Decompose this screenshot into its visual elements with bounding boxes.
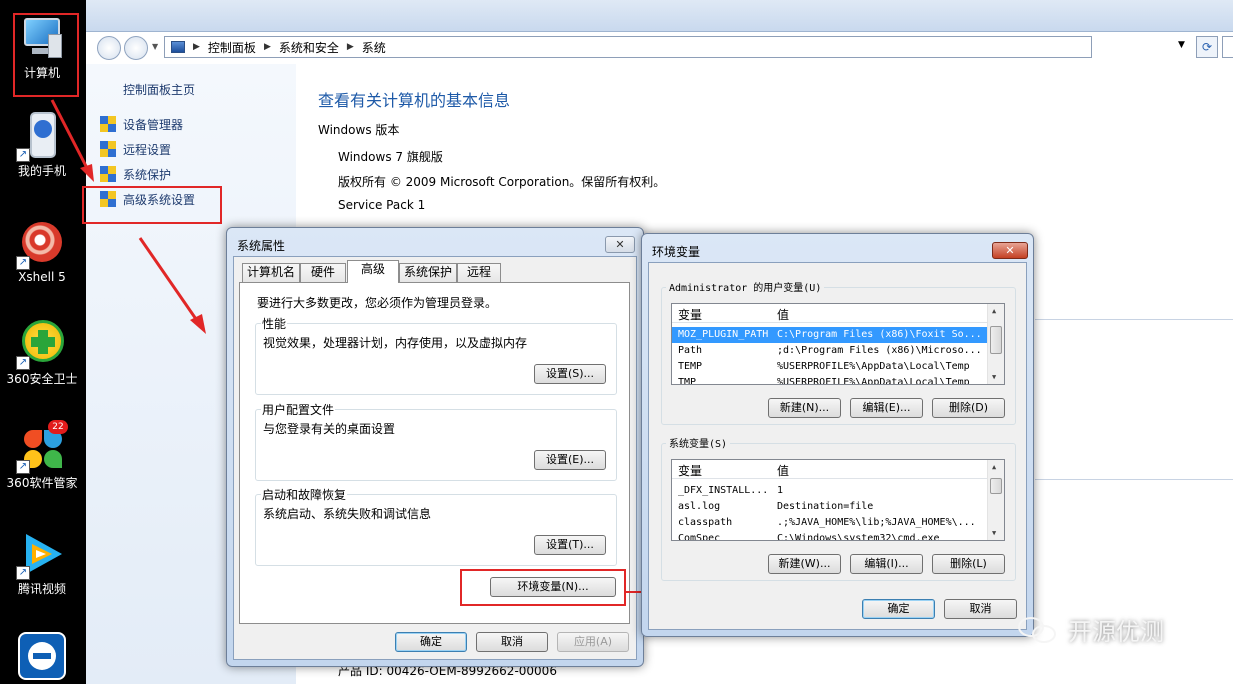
user-profile-settings-button[interactable]: 设置(E)... <box>534 450 606 470</box>
column-header-value[interactable]: 值 <box>777 306 789 323</box>
list-item[interactable]: _DFX_INSTALL... 1 <box>672 483 1004 499</box>
system-variables-list[interactable]: 变量 值 _DFX_INSTALL... 1 asl.log Destination… <box>671 459 1005 541</box>
scroll-down-icon[interactable]: ▼ <box>992 529 996 537</box>
user-variables-list[interactable]: 变量 值 MOZ_PLUGIN_PATH C:\Program Files (x8… <box>671 303 1005 385</box>
user-edit-button[interactable]: 编辑(E)... <box>850 398 923 418</box>
system-edit-button[interactable]: 编辑(I)... <box>850 554 923 574</box>
scroll-up-icon[interactable]: ▲ <box>992 307 996 315</box>
group-description: 视觉效果，处理器计划，内存使用，以及虚拟内存 <box>263 336 528 350</box>
tab-hardware[interactable]: 硬件 <box>300 263 346 282</box>
tab-advanced[interactable]: 高级 <box>347 260 399 283</box>
cancel-button[interactable]: 取消 <box>476 632 548 652</box>
list-item[interactable]: MOZ_PLUGIN_PATH C:\Program Files (x86)\Fo… <box>672 327 1004 343</box>
ok-button[interactable]: 确定 <box>395 632 467 652</box>
admin-note: 要进行大多数更改，您必须作为管理员登录。 <box>257 296 498 310</box>
close-button[interactable]: ✕ <box>992 242 1028 259</box>
group-label: Administrator 的用户变量(U) <box>666 279 825 294</box>
list-item[interactable]: ComSpec C:\Windows\system32\cmd.exe <box>672 531 1004 540</box>
group-description: 系统启动、系统失败和调试信息 <box>263 507 432 521</box>
watermark: 开源优测 <box>1018 612 1164 647</box>
group-label: 用户配置文件 <box>261 401 336 418</box>
column-header-variable[interactable]: 变量 <box>678 306 702 323</box>
user-new-button[interactable]: 新建(N)... <box>768 398 841 418</box>
list-item[interactable]: TMP %USERPROFILE%\AppData\Local\Temp <box>672 375 1004 384</box>
list-item[interactable]: asl.log Destination=file <box>672 499 1004 515</box>
list-header: 变量 值 <box>672 460 1004 479</box>
dialog-title: 环境变量 <box>652 245 701 259</box>
scrollbar-thumb[interactable] <box>990 326 1002 354</box>
column-header-variable[interactable]: 变量 <box>678 462 702 479</box>
list-item[interactable]: Path ;d:\Program Files (x86)\Microso... <box>672 343 1004 359</box>
tab-system-protection[interactable]: 系统保护 <box>399 263 457 282</box>
tab-remote[interactable]: 远程 <box>457 263 501 282</box>
close-button[interactable]: ✕ <box>605 236 635 253</box>
group-label: 系统变量(S) <box>666 435 731 450</box>
column-header-value[interactable]: 值 <box>777 462 789 479</box>
watermark-text: 开源优测 <box>1068 618 1164 646</box>
list-item[interactable]: classpath .;%JAVA_HOME%\lib;%JAVA_HOME%\.… <box>672 515 1004 531</box>
vertical-scrollbar[interactable]: ▲ ▼ <box>987 460 1004 540</box>
scrollbar-thumb[interactable] <box>990 478 1002 494</box>
system-delete-button[interactable]: 删除(L) <box>932 554 1005 574</box>
env-ok-button[interactable]: 确定 <box>862 599 935 619</box>
wechat-icon <box>1018 615 1058 645</box>
group-label: 启动和故障恢复 <box>261 486 348 503</box>
list-header: 变量 值 <box>672 304 1004 323</box>
startup-recovery-settings-button[interactable]: 设置(T)... <box>534 535 606 555</box>
highlight-env-button <box>460 569 626 606</box>
group-description: 与您登录有关的桌面设置 <box>263 422 396 436</box>
scroll-up-icon[interactable]: ▲ <box>992 463 996 471</box>
system-new-button[interactable]: 新建(W)... <box>768 554 841 574</box>
user-delete-button[interactable]: 删除(D) <box>932 398 1005 418</box>
env-cancel-button[interactable]: 取消 <box>944 599 1017 619</box>
performance-settings-button[interactable]: 设置(S)... <box>534 364 606 384</box>
scroll-down-icon[interactable]: ▼ <box>992 373 996 381</box>
dialog-title: 系统属性 <box>237 239 286 253</box>
group-label: 性能 <box>261 315 288 332</box>
apply-button[interactable]: 应用(A) <box>557 632 629 652</box>
list-item[interactable]: TEMP %USERPROFILE%\AppData\Local\Temp <box>672 359 1004 375</box>
vertical-scrollbar[interactable]: ▲ ▼ <box>987 304 1004 384</box>
tab-computer-name[interactable]: 计算机名 <box>242 263 300 282</box>
